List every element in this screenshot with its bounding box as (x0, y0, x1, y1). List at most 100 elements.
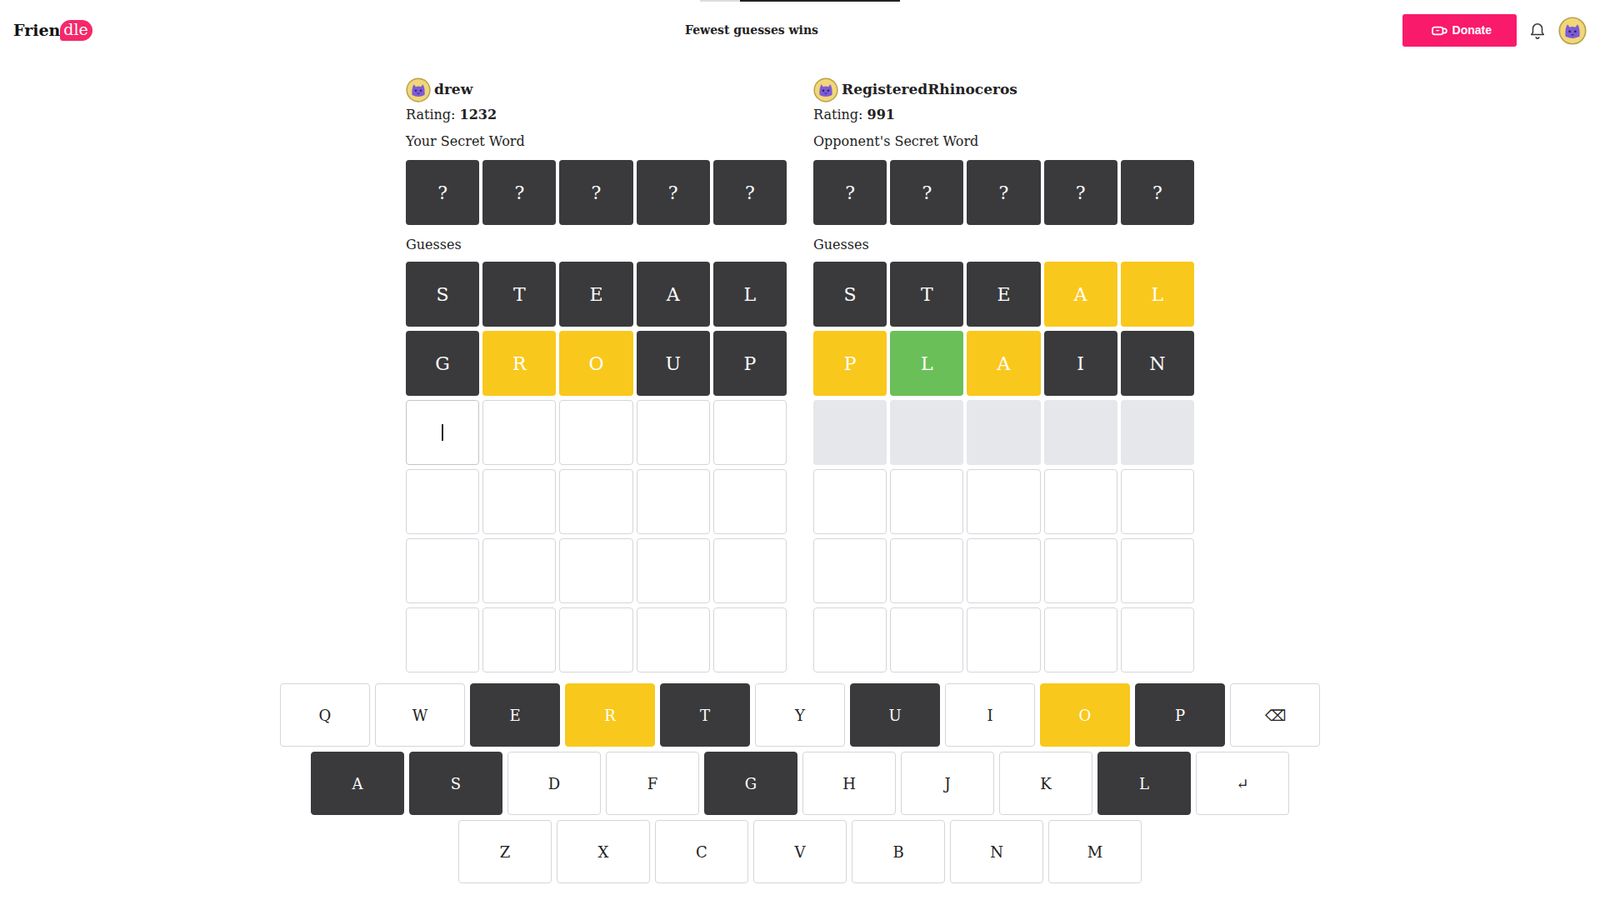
guess-tile (1044, 538, 1118, 604)
key-label: Z (500, 840, 511, 864)
guess-tile (1120, 538, 1195, 604)
keyboard-key[interactable]: G (704, 751, 798, 815)
keyboard-key[interactable]: M (1048, 820, 1142, 884)
keyboard-key[interactable]: B (851, 820, 945, 884)
guess-tile: O (559, 330, 633, 396)
tile-letter: A (997, 350, 1011, 378)
tile-letter: O (588, 350, 604, 378)
guess-tile: U (636, 330, 710, 396)
guess-tile (813, 469, 887, 535)
keyboard-key[interactable]: E (470, 683, 560, 747)
keyboard-key[interactable]: J (900, 751, 995, 815)
timer-strip (0, 0, 1600, 3)
keyboard-row: Q WER T Y U I OP⌫ (280, 683, 1320, 747)
player-board: RegisteredRhinocerosRating: 991Opponent'… (813, 77, 1195, 673)
key-label: F (647, 772, 659, 795)
guess-tile (713, 400, 787, 465)
keyboard-key[interactable]: ↵ (1195, 751, 1290, 815)
player-name: drew (434, 79, 473, 101)
guess-tile (890, 538, 964, 604)
key-label: H (842, 772, 856, 795)
keyboard-key[interactable]: V (753, 820, 847, 884)
guesses-label: Guesses (405, 235, 787, 255)
tile-letter: P (743, 350, 756, 378)
keyboard-key[interactable]: ⌫ (1230, 683, 1320, 747)
key-label: T (700, 704, 710, 727)
key-label: I (986, 704, 993, 727)
logo[interactable]: Friendle (13, 18, 685, 43)
tile-letter: L (744, 280, 757, 309)
bell-icon[interactable] (1528, 21, 1547, 40)
keyboard-key[interactable]: T (660, 683, 750, 747)
secret-label: Opponent's Secret Word (813, 132, 1195, 151)
donate-button[interactable]: Donate (1402, 14, 1517, 47)
avatar-icon[interactable] (1558, 16, 1587, 45)
tile-letter: E (996, 280, 1010, 309)
guess-tile (813, 538, 887, 604)
key-label: S (450, 772, 461, 795)
guess-tile (890, 607, 964, 673)
key-label: L (1139, 772, 1150, 795)
tile-letter: R (512, 350, 527, 378)
guess-tile: A (1044, 261, 1118, 327)
guess-tile (966, 538, 1040, 604)
tile-letter: L (1151, 280, 1165, 309)
guess-tile (1044, 607, 1118, 673)
tagline: Fewest guesses wins (685, 21, 819, 40)
key-label: N (990, 840, 1004, 864)
keyboard-key[interactable]: X (556, 820, 650, 884)
key-label: C (695, 840, 708, 864)
keyboard-key[interactable]: F (605, 751, 700, 815)
secret-tile: ? (890, 160, 964, 225)
key-label: M (1087, 840, 1103, 864)
key-label: Y (795, 704, 805, 727)
keyboard-key[interactable]: A (310, 751, 405, 815)
keyboard-key[interactable]: H (802, 751, 896, 815)
keyboard-key[interactable]: L (1097, 751, 1191, 815)
rating-value: 1232 (460, 106, 498, 123)
keyboard-key[interactable]: O (1040, 683, 1130, 747)
guess-tile: S (405, 261, 480, 327)
keyboard-key[interactable]: K (999, 751, 1093, 815)
guess-tile (1044, 469, 1118, 535)
key-label: V (795, 840, 806, 864)
keyboard: Q WER T Y U I OP⌫ A S D F G H J K L ↵ Z X C V B N M (0, 683, 1600, 884)
guess-tile: L (890, 330, 964, 396)
keyboard-key[interactable]: W (375, 683, 465, 747)
keyboard-key[interactable]: S (409, 751, 503, 815)
key-label: Q (319, 704, 332, 727)
guess-tile (713, 607, 787, 673)
guess-grid: STEALGROUP (405, 261, 787, 673)
guess-tile: E (559, 261, 633, 327)
keyboard-key[interactable]: U (850, 683, 940, 747)
guess-tile (636, 538, 710, 604)
guess-tile (1120, 469, 1195, 535)
cup-icon (1430, 24, 1448, 38)
keyboard-key[interactable]: P (1135, 683, 1225, 747)
tile-letter: U (665, 350, 681, 378)
keyboard-key[interactable]: R (565, 683, 655, 747)
guess-tile (559, 607, 633, 673)
guess-tile (813, 607, 887, 673)
keyboard-key[interactable]: Z (458, 820, 552, 884)
guess-tile[interactable] (405, 400, 480, 465)
boards: drewRating: 1232Your Secret Word?????Gue… (0, 58, 1600, 673)
guess-tile: E (966, 261, 1040, 327)
keyboard-key[interactable]: C (655, 820, 749, 884)
tile-letter: T (513, 280, 526, 309)
guess-tile (482, 538, 556, 604)
keyboard-key[interactable]: D (507, 751, 601, 815)
keyboard-key[interactable]: Y (755, 683, 845, 747)
keyboard-key[interactable]: N (950, 820, 1044, 884)
key-label: G (745, 772, 757, 795)
guess-tile (966, 469, 1040, 535)
secret-tile: ? (559, 160, 633, 225)
tile-letter: G (435, 350, 450, 378)
player-header: RegisteredRhinoceros (813, 77, 1195, 103)
key-label: K (1040, 772, 1051, 795)
keyboard-key[interactable]: Q (280, 683, 370, 747)
tile-letter: S (436, 280, 450, 309)
timer-fill (740, 0, 900, 2)
secret-word: ????? (405, 160, 787, 225)
keyboard-key[interactable]: I (945, 683, 1035, 747)
